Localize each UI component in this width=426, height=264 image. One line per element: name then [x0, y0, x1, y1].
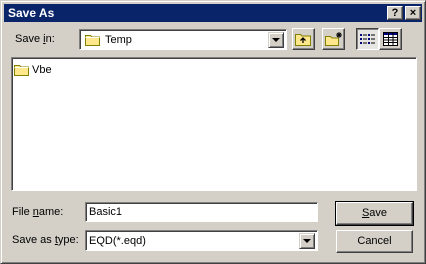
save-type-value: EQD(*.eqd): [89, 235, 146, 247]
cancel-button[interactable]: Cancel: [336, 230, 413, 253]
file-name-label: File name:: [12, 205, 63, 219]
help-icon: ?: [391, 7, 399, 19]
chevron-down-icon: [272, 38, 280, 42]
file-name-label-suffix: ame:: [38, 206, 64, 218]
up-one-level-button[interactable]: [292, 28, 315, 50]
save-in-value: Temp: [105, 34, 132, 46]
list-view-button[interactable]: [356, 28, 379, 50]
new-folder-button[interactable]: [322, 28, 345, 50]
close-icon: ×: [409, 7, 417, 19]
details-view-button[interactable]: [379, 28, 402, 50]
save-type-label: Save as type:: [12, 233, 79, 247]
chevron-down-icon: [303, 239, 311, 243]
folder-icon: [85, 35, 100, 46]
save-type-label-suffix: ype:: [57, 234, 79, 246]
new-folder-icon: [325, 32, 342, 46]
list-view-icon: [360, 34, 375, 44]
up-one-level-icon: [295, 34, 311, 46]
save-type-combo[interactable]: EQD(*.eqd): [85, 230, 318, 251]
save-button[interactable]: Save: [335, 201, 414, 226]
file-name-input[interactable]: [85, 202, 318, 222]
title-bar[interactable]: Save As ? ×: [4, 4, 422, 22]
folder-icon: [14, 65, 29, 76]
cancel-button-label: Cancel: [357, 235, 392, 247]
window-title: Save As: [8, 6, 55, 20]
file-name-label-prefix: File: [12, 206, 33, 218]
save-in-label-suffix: n:: [45, 33, 55, 45]
save-button-label: ave: [369, 207, 388, 219]
save-type-label-prefix: Save as: [12, 234, 55, 246]
save-in-combo[interactable]: Temp: [79, 29, 287, 50]
file-list[interactable]: Vbe: [11, 57, 417, 191]
save-in-dropdown-button[interactable]: [268, 32, 284, 48]
close-button[interactable]: ×: [405, 6, 421, 20]
file-item-label: Vbe: [32, 64, 52, 76]
save-in-label-prefix: Save: [15, 33, 44, 45]
help-button[interactable]: ?: [387, 6, 403, 20]
save-type-dropdown-button[interactable]: [299, 233, 315, 249]
details-view-icon: [383, 32, 398, 46]
save-as-dialog: Save As ? × Save in: Temp Vbe File name:…: [0, 0, 426, 264]
save-in-label: Save in:: [15, 32, 55, 46]
